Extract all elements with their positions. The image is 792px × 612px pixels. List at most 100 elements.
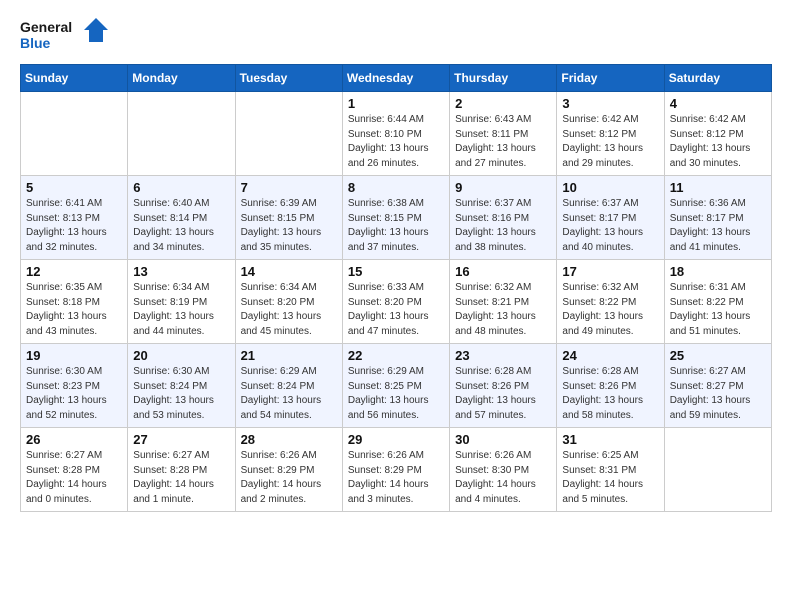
calendar-week-row: 12 Sunrise: 6:35 AM Sunset: 8:18 PM Dayli… [21, 260, 772, 344]
day-info: Sunrise: 6:28 AM Sunset: 8:26 PM Dayligh… [562, 365, 658, 423]
day-info: Sunrise: 6:33 AM Sunset: 8:20 PM Dayligh… [348, 281, 444, 339]
calendar-cell: 5 Sunrise: 6:41 AM Sunset: 8:13 PM Daylig… [21, 176, 128, 260]
day-number: 3 [562, 96, 658, 111]
day-info: Sunrise: 6:26 AM Sunset: 8:29 PM Dayligh… [241, 449, 337, 507]
calendar-cell: 25 Sunrise: 6:27 AM Sunset: 8:27 PM Dayli… [664, 344, 771, 428]
day-number: 24 [562, 348, 658, 363]
day-info: Sunrise: 6:42 AM Sunset: 8:12 PM Dayligh… [670, 113, 766, 171]
calendar-cell: 3Sunrise: 6:42 AM Sunset: 8:12 PM Daylig… [557, 92, 664, 176]
calendar-cell: 2 Sunrise: 6:43 AM Sunset: 8:11 PM Daylig… [450, 92, 557, 176]
calendar-cell: 6 Sunrise: 6:40 AM Sunset: 8:14 PM Daylig… [128, 176, 235, 260]
day-number: 31 [562, 432, 658, 447]
logo: General Blue [20, 16, 110, 54]
calendar-table: SundayMondayTuesdayWednesdayThursdayFrid… [20, 64, 772, 512]
day-header-wednesday: Wednesday [342, 65, 449, 92]
calendar-cell: 15 Sunrise: 6:33 AM Sunset: 8:20 PM Dayli… [342, 260, 449, 344]
calendar-week-row: 26Sunrise: 6:27 AM Sunset: 8:28 PM Dayli… [21, 428, 772, 512]
day-header-tuesday: Tuesday [235, 65, 342, 92]
calendar-cell [21, 92, 128, 176]
day-info: Sunrise: 6:44 AM Sunset: 8:10 PM Dayligh… [348, 113, 444, 171]
day-info: Sunrise: 6:25 AM Sunset: 8:31 PM Dayligh… [562, 449, 658, 507]
calendar-week-row: 1 Sunrise: 6:44 AM Sunset: 8:10 PM Daylig… [21, 92, 772, 176]
calendar-cell: 8Sunrise: 6:38 AM Sunset: 8:15 PM Daylig… [342, 176, 449, 260]
day-number: 6 [133, 180, 229, 195]
page-header: General Blue [20, 16, 772, 54]
calendar-cell [128, 92, 235, 176]
day-number: 25 [670, 348, 766, 363]
day-number: 14 [241, 264, 337, 279]
calendar-cell: 23 Sunrise: 6:28 AM Sunset: 8:26 PM Dayli… [450, 344, 557, 428]
day-header-monday: Monday [128, 65, 235, 92]
calendar-cell [235, 92, 342, 176]
day-info: Sunrise: 6:32 AM Sunset: 8:22 PM Dayligh… [562, 281, 658, 339]
calendar-cell: 24 Sunrise: 6:28 AM Sunset: 8:26 PM Dayli… [557, 344, 664, 428]
day-info: Sunrise: 6:30 AM Sunset: 8:24 PM Dayligh… [133, 365, 229, 423]
calendar-cell: 21 Sunrise: 6:29 AM Sunset: 8:24 PM Dayli… [235, 344, 342, 428]
day-number: 12 [26, 264, 122, 279]
day-info: Sunrise: 6:43 AM Sunset: 8:11 PM Dayligh… [455, 113, 551, 171]
day-number: 7 [241, 180, 337, 195]
calendar-week-row: 19 Sunrise: 6:30 AM Sunset: 8:23 PM Dayli… [21, 344, 772, 428]
calendar-cell: 22 Sunrise: 6:29 AM Sunset: 8:25 PM Dayli… [342, 344, 449, 428]
calendar-week-row: 5 Sunrise: 6:41 AM Sunset: 8:13 PM Daylig… [21, 176, 772, 260]
day-number: 13 [133, 264, 229, 279]
day-info: Sunrise: 6:28 AM Sunset: 8:26 PM Dayligh… [455, 365, 551, 423]
day-header-sunday: Sunday [21, 65, 128, 92]
day-number: 22 [348, 348, 444, 363]
day-number: 9 [455, 180, 551, 195]
day-info: Sunrise: 6:35 AM Sunset: 8:18 PM Dayligh… [26, 281, 122, 339]
day-info: Sunrise: 6:31 AM Sunset: 8:22 PM Dayligh… [670, 281, 766, 339]
day-info: Sunrise: 6:30 AM Sunset: 8:23 PM Dayligh… [26, 365, 122, 423]
calendar-header-row: SundayMondayTuesdayWednesdayThursdayFrid… [21, 65, 772, 92]
day-number: 15 [348, 264, 444, 279]
day-number: 17 [562, 264, 658, 279]
day-number: 19 [26, 348, 122, 363]
day-number: 4 [670, 96, 766, 111]
day-info: Sunrise: 6:37 AM Sunset: 8:17 PM Dayligh… [562, 197, 658, 255]
svg-text:General: General [20, 19, 72, 35]
day-number: 11 [670, 180, 766, 195]
day-info: Sunrise: 6:34 AM Sunset: 8:19 PM Dayligh… [133, 281, 229, 339]
calendar-cell: 20Sunrise: 6:30 AM Sunset: 8:24 PM Dayli… [128, 344, 235, 428]
day-info: Sunrise: 6:37 AM Sunset: 8:16 PM Dayligh… [455, 197, 551, 255]
day-info: Sunrise: 6:29 AM Sunset: 8:25 PM Dayligh… [348, 365, 444, 423]
calendar-cell: 18 Sunrise: 6:31 AM Sunset: 8:22 PM Dayli… [664, 260, 771, 344]
calendar-cell: 7 Sunrise: 6:39 AM Sunset: 8:15 PM Daylig… [235, 176, 342, 260]
day-info: Sunrise: 6:38 AM Sunset: 8:15 PM Dayligh… [348, 197, 444, 255]
calendar-cell: 13 Sunrise: 6:34 AM Sunset: 8:19 PM Dayli… [128, 260, 235, 344]
day-info: Sunrise: 6:40 AM Sunset: 8:14 PM Dayligh… [133, 197, 229, 255]
day-number: 2 [455, 96, 551, 111]
day-number: 23 [455, 348, 551, 363]
day-number: 28 [241, 432, 337, 447]
day-info: Sunrise: 6:27 AM Sunset: 8:27 PM Dayligh… [670, 365, 766, 423]
calendar-cell: 9 Sunrise: 6:37 AM Sunset: 8:16 PM Daylig… [450, 176, 557, 260]
day-header-friday: Friday [557, 65, 664, 92]
day-number: 16 [455, 264, 551, 279]
day-info: Sunrise: 6:41 AM Sunset: 8:13 PM Dayligh… [26, 197, 122, 255]
calendar-cell: 1 Sunrise: 6:44 AM Sunset: 8:10 PM Daylig… [342, 92, 449, 176]
calendar-cell: 29Sunrise: 6:26 AM Sunset: 8:29 PM Dayli… [342, 428, 449, 512]
calendar-cell: 30 Sunrise: 6:26 AM Sunset: 8:30 PM Dayli… [450, 428, 557, 512]
calendar-cell: 14Sunrise: 6:34 AM Sunset: 8:20 PM Dayli… [235, 260, 342, 344]
day-info: Sunrise: 6:26 AM Sunset: 8:30 PM Dayligh… [455, 449, 551, 507]
day-number: 1 [348, 96, 444, 111]
calendar-cell: 26Sunrise: 6:27 AM Sunset: 8:28 PM Dayli… [21, 428, 128, 512]
calendar-cell: 28 Sunrise: 6:26 AM Sunset: 8:29 PM Dayli… [235, 428, 342, 512]
day-header-saturday: Saturday [664, 65, 771, 92]
calendar-cell: 11 Sunrise: 6:36 AM Sunset: 8:17 PM Dayli… [664, 176, 771, 260]
day-header-thursday: Thursday [450, 65, 557, 92]
day-info: Sunrise: 6:39 AM Sunset: 8:15 PM Dayligh… [241, 197, 337, 255]
calendar-cell: 19 Sunrise: 6:30 AM Sunset: 8:23 PM Dayli… [21, 344, 128, 428]
calendar-cell: 17 Sunrise: 6:32 AM Sunset: 8:22 PM Dayli… [557, 260, 664, 344]
svg-text:Blue: Blue [20, 35, 51, 51]
calendar-cell: 27Sunrise: 6:27 AM Sunset: 8:28 PM Dayli… [128, 428, 235, 512]
day-info: Sunrise: 6:36 AM Sunset: 8:17 PM Dayligh… [670, 197, 766, 255]
day-number: 5 [26, 180, 122, 195]
day-number: 30 [455, 432, 551, 447]
day-info: Sunrise: 6:26 AM Sunset: 8:29 PM Dayligh… [348, 449, 444, 507]
day-number: 21 [241, 348, 337, 363]
day-info: Sunrise: 6:29 AM Sunset: 8:24 PM Dayligh… [241, 365, 337, 423]
calendar-cell [664, 428, 771, 512]
day-number: 27 [133, 432, 229, 447]
day-number: 18 [670, 264, 766, 279]
